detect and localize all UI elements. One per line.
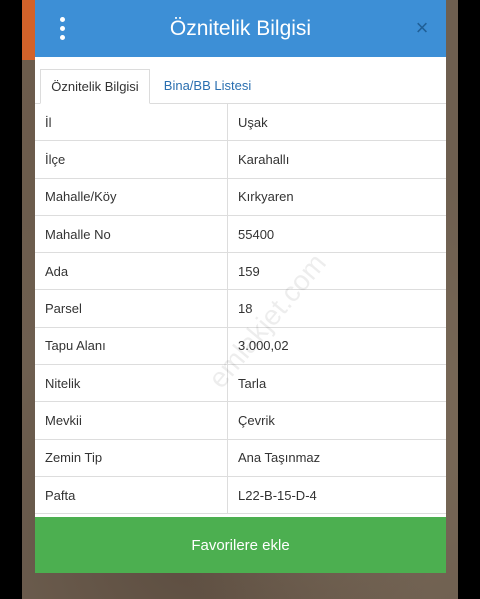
row-key: İl	[35, 104, 228, 141]
table-row: Mahalle/Köy Kırkyaren	[35, 178, 446, 216]
row-key: Zemin Tip	[35, 439, 228, 476]
row-value: Uşak	[238, 114, 268, 130]
row-value: L22-B-15-D-4	[238, 487, 317, 503]
modal-title: Öznitelik Bilgisi	[169, 16, 312, 40]
row-value: Tarla	[238, 375, 267, 391]
map-feature	[22, 0, 36, 60]
row-key: İlçe	[35, 141, 228, 178]
tab-building-list[interactable]: Bina/BB Listesi	[155, 69, 260, 103]
tab-attribute-info[interactable]: Öznitelik Bilgisi	[40, 69, 150, 104]
table-row: İlçe Karahallı	[35, 141, 446, 179]
table-row: Mevkii Çevrik	[35, 402, 446, 440]
table-row: Parsel 18	[35, 290, 446, 328]
row-value: Çevrik	[238, 413, 275, 429]
table-row: Mahalle No 55400	[35, 215, 446, 254]
row-value: Karahallı	[238, 151, 290, 167]
table-row: İl Uşak	[35, 104, 446, 142]
table-row: Pafta L22-B-15-D-4	[35, 476, 446, 515]
row-value: 55400	[238, 226, 275, 242]
row-key: Mahalle/Köy	[35, 178, 228, 215]
tab-bar: Öznitelik Bilgisi Bina/BB Listesi	[35, 57, 446, 104]
vertical-dots-icon[interactable]	[52, 14, 72, 42]
row-value: 18	[238, 301, 253, 317]
row-key: Nitelik	[35, 365, 228, 402]
row-key: Mahalle No	[35, 215, 228, 253]
table-row: Nitelik Tarla	[35, 365, 446, 403]
row-key: Mevkii	[35, 402, 228, 439]
table-row: Tapu Alanı 3.000,02	[35, 327, 446, 366]
table-row: Zemin Tip Ana Taşınmaz	[35, 439, 446, 477]
row-value: Kırkyaren	[238, 189, 294, 205]
row-key: Ada	[35, 253, 228, 290]
close-icon[interactable]: ×	[412, 14, 432, 42]
row-value: Ana Taşınmaz	[238, 450, 321, 466]
table-row: Ada 159	[35, 253, 446, 291]
modal-header: Öznitelik Bilgisi ×	[35, 0, 446, 57]
row-key: Tapu Alanı	[35, 327, 228, 365]
attribute-info-modal: Öznitelik Bilgisi × Öznitelik Bilgisi Bi…	[35, 0, 446, 573]
row-key: Parsel	[35, 290, 228, 327]
row-key: Pafta	[35, 476, 228, 514]
row-value: 3.000,02	[238, 338, 289, 354]
attribute-table: İl Uşak İlçe Karahallı Mahalle/Köy Kırky…	[35, 104, 446, 515]
add-to-favorites-button[interactable]: Favorilere ekle	[35, 517, 446, 573]
row-value: 159	[238, 263, 260, 279]
